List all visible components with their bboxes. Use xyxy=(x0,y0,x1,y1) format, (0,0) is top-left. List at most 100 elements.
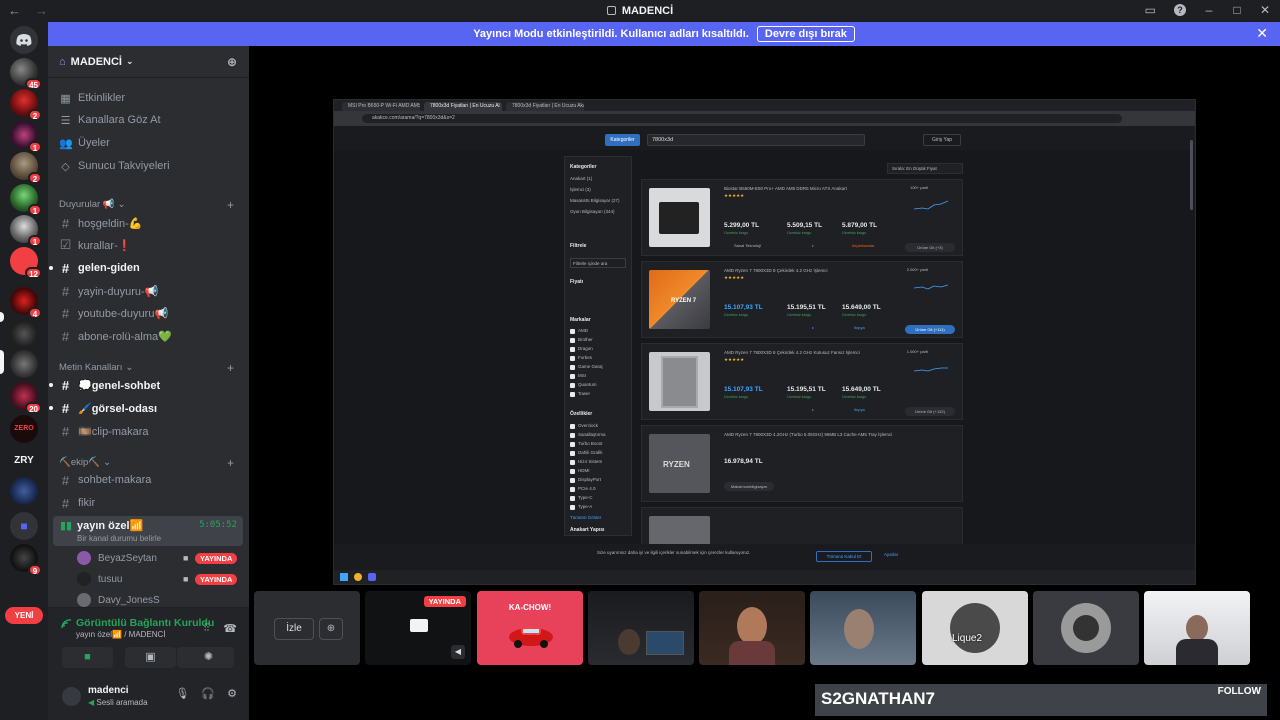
participant-tile[interactable] xyxy=(588,591,694,665)
checkbox[interactable] xyxy=(570,383,575,388)
help-icon[interactable]: ? xyxy=(1173,4,1186,16)
product-card[interactable]: RYZEN 7 AMD Ryzen 7 7800X3D 8 Çekirdek 4… xyxy=(641,261,963,338)
checkbox[interactable] xyxy=(570,478,575,483)
minimize-icon[interactable]: – xyxy=(1204,3,1214,17)
participant-tile[interactable] xyxy=(1033,591,1139,665)
channel-fikir[interactable]: # fikir xyxy=(59,493,241,513)
server-avatar-10[interactable]: 20 xyxy=(10,382,42,414)
mute-icon[interactable]: ◀ xyxy=(451,645,465,659)
discord-home-icon[interactable] xyxy=(10,26,38,54)
sort-select[interactable]: Sırala: En Düşük Fiyat xyxy=(887,163,963,174)
server-header[interactable]: ⌂ MADENCİ ⌄ ⊕ xyxy=(48,46,249,78)
product-card[interactable]: AMD Ryzen 7 7800X3D 8 Çekirdek 4.2 GHz K… xyxy=(641,343,963,420)
maximize-icon[interactable]: □ xyxy=(1232,3,1242,17)
browser-tab[interactable]: MSI Pro B650-P Wi-Fi AMD AM5 xyxy=(342,102,420,111)
checkbox[interactable] xyxy=(570,356,575,361)
checkbox[interactable] xyxy=(570,347,575,352)
banner-close-icon[interactable]: ✕ xyxy=(1256,25,1268,42)
channel-hosgeldin[interactable]: # hoşgeldin-💪 xyxy=(59,213,241,233)
categories-button[interactable]: Kategoriler xyxy=(605,134,640,146)
channel-status-prompt[interactable]: Bir kanal durumu belirle xyxy=(77,534,161,543)
checkbox[interactable] xyxy=(570,365,575,370)
cookie-settings-link[interactable]: Ayarlar xyxy=(884,552,898,557)
checkbox[interactable] xyxy=(570,505,575,510)
browser-tab[interactable]: 7800x3d Fiyatları | En Ucuzu Akak xyxy=(506,102,584,111)
voice-member[interactable]: tusuu ■ YAYINDA xyxy=(77,570,243,588)
voice-channel-yayin-ozel[interactable]: ▮▮ yayın özel📶 5:05:52 Bir kanal durumu … xyxy=(53,516,243,546)
nav-server-boosts[interactable]: ◇ Sunucu Takviyeleri xyxy=(59,156,169,176)
start-icon[interactable] xyxy=(340,573,348,581)
server-avatar-4[interactable]: 2 xyxy=(10,152,42,184)
headphones-icon[interactable]: 🎧 xyxy=(201,687,215,700)
server-avatar-6[interactable]: 1 xyxy=(10,215,42,247)
popout-icon[interactable]: ⊕ xyxy=(319,618,343,640)
close-window-icon[interactable]: ✕ xyxy=(1260,3,1270,17)
channel-clip-makara[interactable]: # 🎞️clip-makara xyxy=(59,421,241,441)
shared-screen[interactable]: MSI Pro B650-P Wi-Fi AMD AM5 7800x3d Fiy… xyxy=(333,99,1196,585)
category-duyurular[interactable]: Duyurular 📢 ⌄ + xyxy=(59,198,234,212)
login-button[interactable]: Giriş Yap xyxy=(923,134,961,146)
watch-button[interactable]: İzle xyxy=(274,618,314,640)
invite-people-icon[interactable]: ⊕ xyxy=(227,55,237,69)
participant-tile[interactable]: KA-CHOW! xyxy=(477,591,583,665)
avatar[interactable] xyxy=(62,687,81,706)
channel-gorsel-odasi[interactable]: # 🖌️görsel-odası xyxy=(59,398,241,418)
channel-gelen-giden[interactable]: # gelen-giden xyxy=(59,258,241,278)
settings-gear-icon[interactable]: ⚙ xyxy=(227,687,237,700)
participant-tile[interactable] xyxy=(1144,591,1250,665)
checkbox[interactable] xyxy=(570,487,575,492)
participant-tile[interactable] xyxy=(810,591,916,665)
nav-members[interactable]: 👥 Üyeler xyxy=(59,133,110,153)
create-channel-icon[interactable]: + xyxy=(227,198,234,212)
checkbox[interactable] xyxy=(570,424,575,429)
category-metin-kanallari[interactable]: Metin Kanalları ⌄ + xyxy=(59,361,234,375)
go-to-product-button[interactable]: Ürüne Git (+3) xyxy=(905,243,955,252)
disconnect-icon[interactable]: ☎ xyxy=(223,622,237,635)
connection-state[interactable]: Görüntülü Bağlantı Kuruldu xyxy=(76,617,214,629)
checkbox[interactable] xyxy=(570,329,575,334)
checkbox[interactable] xyxy=(570,374,575,379)
create-channel-icon[interactable]: + xyxy=(227,456,234,470)
server-avatar-2[interactable]: 2 xyxy=(10,89,42,121)
server-avatar-5[interactable]: 1 xyxy=(10,184,42,216)
channel-kurallar[interactable]: ☑ kurallar-❗ xyxy=(59,235,241,255)
screen-share-button[interactable]: ▣ xyxy=(125,647,176,668)
go-to-product-button[interactable]: Ürüne Git (+132) xyxy=(905,407,955,416)
checkbox[interactable] xyxy=(570,442,575,447)
product-card[interactable] xyxy=(641,507,963,547)
category-ekip[interactable]: ⛏️ekip⛏️ ⌄ + xyxy=(59,456,234,470)
checkbox[interactable] xyxy=(570,451,575,456)
chrome-icon[interactable] xyxy=(354,573,362,581)
site-search-input[interactable]: 7800x3d xyxy=(647,134,865,146)
checkbox[interactable] xyxy=(570,469,575,474)
nav-browse-channels[interactable]: ☰ Kanallara Göz At xyxy=(59,110,161,130)
accept-cookies-button[interactable]: Tümünü Kabul Et xyxy=(816,551,872,562)
checkbox[interactable] xyxy=(570,433,575,438)
channel-sohbet-makara[interactable]: # sohbet-makara xyxy=(59,470,241,490)
scrollbar[interactable] xyxy=(1190,140,1193,210)
server-avatar-7[interactable]: 12 xyxy=(10,247,42,279)
voice-member[interactable]: Davy_JonesS xyxy=(77,591,243,607)
server-avatar-1[interactable]: 45 xyxy=(10,58,42,90)
camera-button[interactable]: ■ xyxy=(62,647,113,668)
disable-streamer-mode-button[interactable]: Devre dışı bırak xyxy=(756,26,855,42)
address-bar[interactable]: akakce.com/arama/?q=7800x3d&s=2 xyxy=(362,114,1122,123)
stream-preview-tile[interactable]: YAYINDA ◀ xyxy=(365,591,471,665)
participant-tile[interactable]: Lique2 xyxy=(922,591,1028,665)
channel-genel-sohbet[interactable]: # 💭genel-sohbet xyxy=(59,375,241,395)
new-unreads-pill[interactable]: YENİ xyxy=(5,607,43,624)
discord-taskbar-icon[interactable] xyxy=(368,573,376,581)
go-to-product-button[interactable]: Ürüne Git (+111) xyxy=(905,325,955,334)
server-avatar-zero[interactable]: ZERO xyxy=(10,415,38,443)
product-card[interactable]: RYZEN AMD Ryzen 7 7800X3D 4.2GHz (Turbo … xyxy=(641,425,963,502)
channel-yayin-duyuru[interactable]: # yayin-duyuru-📢 xyxy=(59,281,241,301)
noise-suppression-icon[interactable]: ⫶⫶ xyxy=(204,622,210,635)
server-avatar-9[interactable] xyxy=(10,320,38,348)
nav-events[interactable]: ▦ Etkinlikler xyxy=(59,88,125,108)
server-avatar-8[interactable]: 4 xyxy=(10,287,42,319)
channel-youtube-duyuru[interactable]: # youtube-duyuru📢 xyxy=(59,303,241,323)
product-card[interactable]: Biostar B650M-E50 Pro+ AMD AM5 DDR5 Micr… xyxy=(641,179,963,256)
participant-tile[interactable] xyxy=(699,591,805,665)
checkbox[interactable] xyxy=(570,392,575,397)
browser-tab[interactable]: 7800x3d Fiyatları | En Ucuzu Al xyxy=(424,102,502,111)
